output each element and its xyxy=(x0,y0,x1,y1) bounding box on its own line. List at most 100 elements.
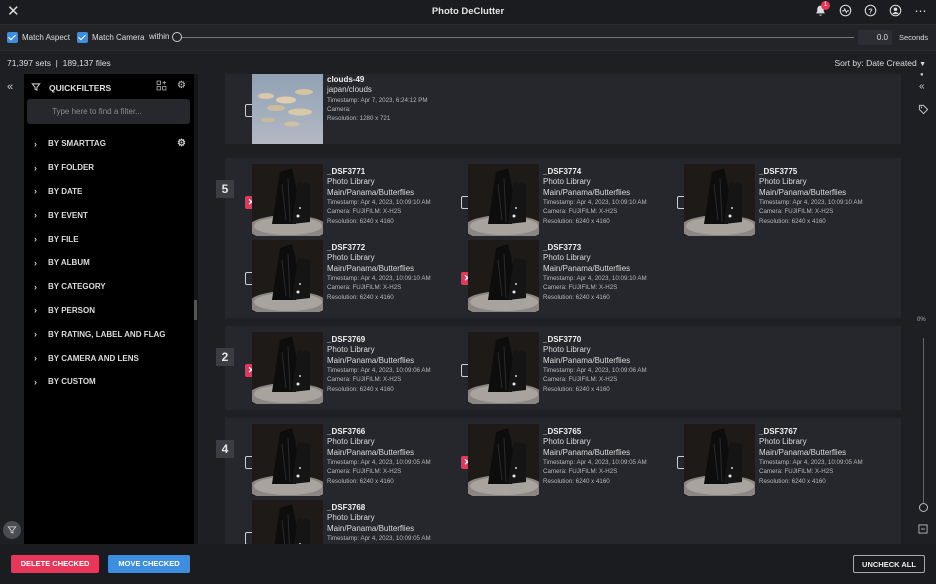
photo-thumbnail[interactable] xyxy=(252,500,323,544)
collapse-right-icon[interactable]: « xyxy=(919,81,925,92)
photo-card[interactable]: ✕_DSF3765Photo LibraryMain/Panama/Butter… xyxy=(461,424,671,496)
quickfilter-item[interactable]: › BY SMARTTAG ⚙ xyxy=(24,132,194,156)
quickfilter-item[interactable]: › BY FOLDER xyxy=(24,156,194,180)
dot-icon: ● xyxy=(920,72,924,78)
folder-path: Main/Panama/Butterflies xyxy=(327,187,415,197)
library-name: Photo Library xyxy=(327,437,375,446)
photo-card[interactable]: ✕_DSF3773Photo LibraryMain/Panama/Butter… xyxy=(461,240,671,312)
photo-thumbnail[interactable] xyxy=(252,164,323,236)
uncheck-all-button[interactable]: UNCHECK ALL xyxy=(853,555,925,573)
grid-view-icon[interactable] xyxy=(918,524,928,536)
quickfilter-item[interactable]: › BY CAMERA AND LENS xyxy=(24,346,194,370)
photo-thumbnail[interactable] xyxy=(468,424,539,496)
camera-text: Camera: FUJIFILM: X-H2S xyxy=(327,376,402,384)
photo-card[interactable]: _DSF3770 Photo Library Main/Panama/Butterf… xyxy=(461,332,671,404)
library-name: Photo Library xyxy=(759,177,807,186)
quickfilter-item[interactable]: › BY PERSON xyxy=(24,299,194,323)
seconds-input[interactable]: 0.0 xyxy=(858,30,892,45)
photo-card[interactable]: ✕_DSF3769Photo LibraryMain/Panama/Butter… xyxy=(245,332,455,404)
camera-text: Camera: FUJIFILM: X-H2S xyxy=(759,208,834,216)
quickfilter-label: BY FOLDER xyxy=(48,163,95,173)
add-filter-icon[interactable] xyxy=(156,80,167,94)
chevron-right-icon[interactable]: › xyxy=(34,353,48,363)
photo-thumbnail[interactable] xyxy=(468,240,539,312)
file-name: _DSF3774 xyxy=(543,167,582,176)
chevron-right-icon[interactable]: › xyxy=(34,163,48,173)
time-slider-track[interactable] xyxy=(177,37,854,38)
time-slider-knob[interactable] xyxy=(172,32,182,42)
folder-path: Main/Panama/Butterflies xyxy=(759,447,847,457)
quickfilter-item[interactable]: › BY DATE xyxy=(24,180,194,204)
sort-control[interactable]: Sort by: Date Created ▼ xyxy=(834,58,926,68)
match-camera-checkbox[interactable] xyxy=(77,32,88,43)
sort-value[interactable]: Date Created xyxy=(866,58,917,68)
quickfilter-item[interactable]: › BY CUSTOM xyxy=(24,370,194,394)
quickfilter-label: BY CATEGORY xyxy=(48,282,106,292)
photo-card[interactable]: _DSF3772 Photo Library Main/Panama/Butterf… xyxy=(245,240,455,312)
library-name: japan/clouds xyxy=(327,85,372,94)
bell-icon[interactable]: 1 xyxy=(813,1,830,19)
photo-card[interactable]: _DSF3767 Photo Library Main/Panama/Butterf… xyxy=(677,424,887,496)
photo-card[interactable]: _DSF3768 Photo Library Main/Panama/Butterf… xyxy=(245,500,455,544)
photo-card[interactable]: ✕_DSF3771Photo LibraryMain/Panama/Butter… xyxy=(245,164,455,236)
chevron-right-icon[interactable]: › xyxy=(34,186,48,196)
match-aspect-option[interactable]: Match Aspect xyxy=(7,32,70,43)
photo-card[interactable]: _DSF3766 Photo Library Main/Panama/Butterf… xyxy=(245,424,455,496)
photo-card[interactable]: clouds-49 japan/clouds Timestamp: Apr 7, 2… xyxy=(245,74,455,144)
move-checked-button[interactable]: MOVE CHECKED xyxy=(108,555,190,573)
filter-search-input[interactable] xyxy=(27,99,190,124)
photo-thumbnail[interactable] xyxy=(468,164,539,236)
quickfilter-label: BY PERSON xyxy=(48,305,95,315)
smarttag-settings-icon[interactable]: ⚙ xyxy=(177,138,186,149)
match-aspect-checkbox[interactable] xyxy=(7,32,18,43)
photo-thumbnail[interactable] xyxy=(252,74,323,144)
left-rail: « xyxy=(0,74,24,544)
match-camera-label: Match Camera xyxy=(92,33,145,42)
collapse-sidebar-icon[interactable]: « xyxy=(7,81,13,93)
photo-card[interactable]: _DSF3775 Photo Library Main/Panama/Butterf… xyxy=(677,164,887,236)
resolution-text: Resolution: 6240 x 4160 xyxy=(543,385,610,393)
quickfilter-item[interactable]: › BY CATEGORY xyxy=(24,275,194,299)
file-name: _DSF3772 xyxy=(327,243,366,252)
quickfilter-label: BY RATING, LABEL AND FLAG xyxy=(48,329,166,339)
photo-thumbnail[interactable] xyxy=(468,332,539,404)
chevron-right-icon[interactable]: › xyxy=(34,234,48,244)
account-icon[interactable] xyxy=(888,4,903,19)
chevron-right-icon[interactable]: › xyxy=(34,210,48,220)
help-icon[interactable]: ? xyxy=(863,4,878,19)
photo-thumbnail[interactable] xyxy=(252,240,323,312)
timestamp-text: Timestamp: Apr 4, 2023, 10:09:10 AM xyxy=(327,199,431,206)
chevron-down-icon[interactable]: ▼ xyxy=(919,61,926,68)
photo-thumbnail[interactable] xyxy=(252,424,323,496)
chevron-right-icon[interactable]: › xyxy=(34,329,48,339)
quickfilter-item[interactable]: › BY ALBUM xyxy=(24,251,194,275)
settings-gear-icon[interactable]: ⚙ xyxy=(177,80,186,94)
quickfilter-item[interactable]: › BY FILE xyxy=(24,227,194,251)
activity-icon[interactable] xyxy=(838,4,853,19)
photo-thumbnail[interactable] xyxy=(684,424,755,496)
photo-metadata: _DSF3766 Photo Library Main/Panama/Butterf… xyxy=(327,427,457,486)
quickfilter-item[interactable]: › BY EVENT xyxy=(24,203,194,227)
more-icon[interactable]: ⋯ xyxy=(913,4,928,19)
delete-checked-button[interactable]: DELETE CHECKED xyxy=(11,555,99,573)
within-label: within xyxy=(149,32,170,41)
match-camera-option[interactable]: Match Camera xyxy=(77,32,144,43)
zoom-slider-knob[interactable] xyxy=(919,503,928,512)
photo-thumbnail[interactable] xyxy=(684,164,755,236)
library-name: Photo Library xyxy=(759,437,807,446)
tag-icon[interactable] xyxy=(918,104,929,117)
duplicate-group: clouds-49 japan/clouds Timestamp: Apr 7, 2… xyxy=(225,74,901,144)
quickfilters-sidebar: QUICKFILTERS ⚙ ☰ ›BY SMARTTAG⚙›BY FOLDER… xyxy=(24,74,194,544)
quickfilter-item[interactable]: › BY RATING, LABEL AND FLAG xyxy=(24,322,194,346)
zoom-slider-track[interactable] xyxy=(923,338,924,503)
chevron-right-icon[interactable]: › xyxy=(34,258,48,268)
quickfilter-label: BY FILE xyxy=(48,234,79,244)
chevron-right-icon[interactable]: › xyxy=(34,139,48,149)
chevron-right-icon[interactable]: › xyxy=(34,377,48,387)
chevron-right-icon[interactable]: › xyxy=(34,282,48,292)
photo-card[interactable]: _DSF3774 Photo Library Main/Panama/Butterf… xyxy=(461,164,671,236)
chevron-right-icon[interactable]: › xyxy=(34,305,48,315)
folder-path: Main/Panama/Butterflies xyxy=(543,355,631,365)
filter-toggle-icon[interactable] xyxy=(3,521,21,539)
photo-thumbnail[interactable] xyxy=(252,332,323,404)
